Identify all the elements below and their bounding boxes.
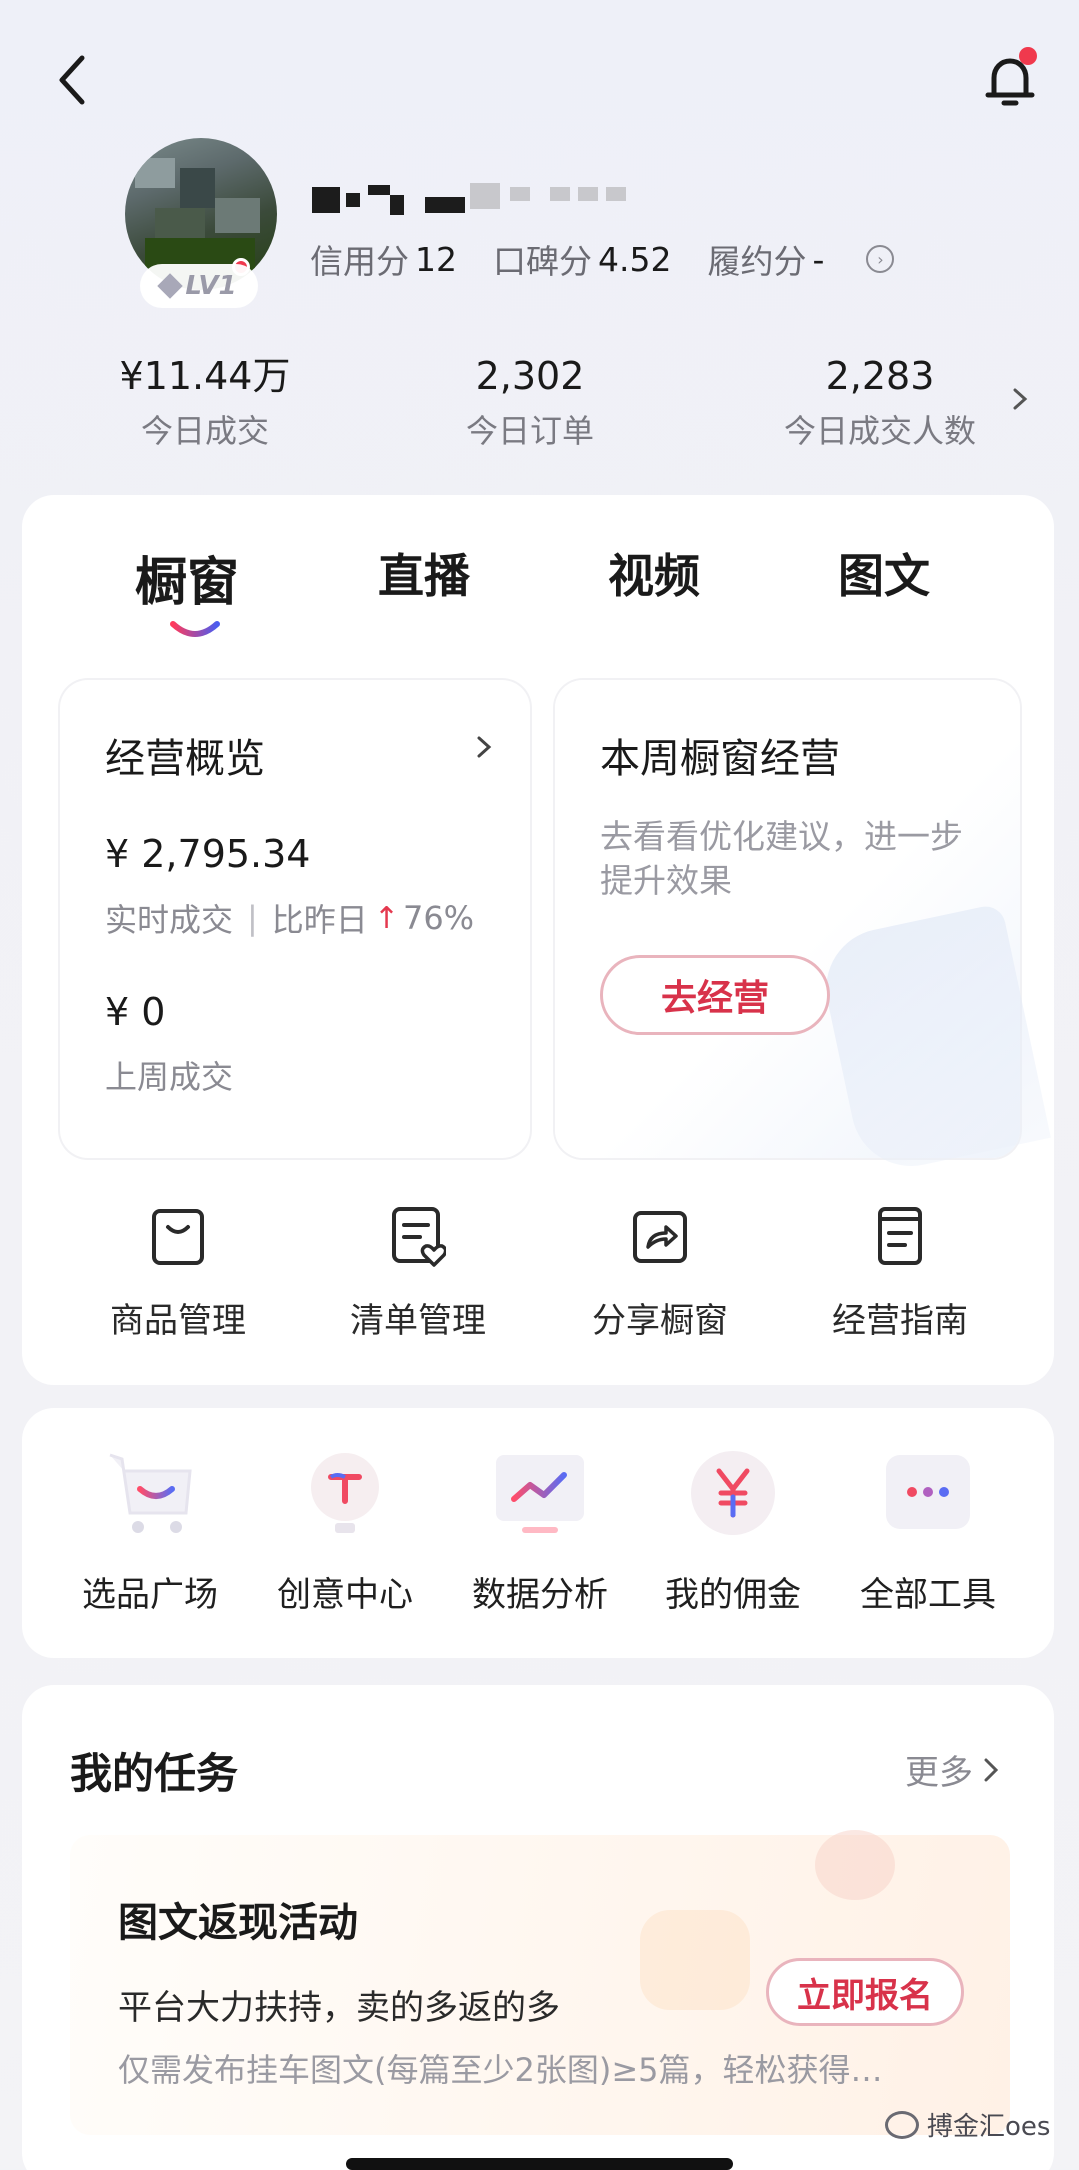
back-icon[interactable] — [50, 50, 100, 110]
go-manage-button[interactable]: 去经营 — [600, 955, 830, 1035]
chevron-right-icon[interactable] — [1010, 384, 1030, 414]
reputation-score: 4.52 — [598, 239, 672, 279]
chevron-right-icon[interactable] — [475, 732, 493, 762]
share-window[interactable]: 分享橱窗 — [560, 1205, 760, 1342]
stat-today-gmv[interactable]: ¥11.44万 今日成交 — [110, 352, 300, 452]
list-management[interactable]: 清单管理 — [318, 1205, 518, 1342]
list-heart-icon — [392, 1207, 448, 1267]
notification-bell-icon[interactable] — [975, 45, 1045, 115]
cart-icon — [109, 1453, 192, 1533]
bulb-icon — [311, 1453, 379, 1533]
lastweek-amount: ¥ 0 — [105, 990, 166, 1034]
arrow-up-icon: ↑ — [373, 900, 399, 936]
score-detail-icon[interactable]: › — [866, 245, 895, 273]
tab-live[interactable]: 直播 — [378, 540, 470, 606]
realtime-amount: ¥ 2,795.34 — [105, 832, 311, 876]
score-row[interactable]: 信用分 12 口碑分 4.52 履约分 - › — [310, 236, 895, 282]
more-icon — [886, 1455, 970, 1529]
stat-today-buyers[interactable]: 2,283 今日成交人数 — [765, 352, 995, 452]
stat-today-orders[interactable]: 2,302 今日订单 — [440, 352, 620, 452]
notification-dot — [1019, 47, 1037, 65]
fulfillment-score: - — [812, 239, 825, 279]
decorative-shape — [640, 1910, 750, 2010]
realtime-sub: 实时成交 | 比昨日 ↑ 76% — [105, 899, 475, 939]
chevron-right-icon — [984, 1758, 999, 1781]
share-icon — [633, 1211, 687, 1263]
home-indicator[interactable] — [346, 2158, 733, 2170]
tasks-title: 我的任务 — [70, 1749, 239, 1798]
tool-creative-center[interactable]: 创意中心 — [255, 1445, 435, 1616]
weekly-desc: 去看看优化建议，进一步 提升效果 — [600, 817, 963, 900]
task-desc: 平台大力扶持，卖的多返的多 — [118, 1988, 560, 2028]
watermark: 搏金汇oes — [885, 2106, 1050, 2143]
tasks-more-link[interactable]: 更多 — [905, 1745, 999, 1794]
task-title: 图文返现活动 — [118, 1900, 358, 1946]
tool-data-analysis[interactable]: 数据分析 — [450, 1445, 630, 1616]
business-guide[interactable]: 经营指南 — [800, 1205, 1000, 1342]
decorative-shape — [815, 1830, 895, 1900]
product-management[interactable]: 商品管理 — [78, 1205, 278, 1342]
compare-percent: 76% — [402, 899, 475, 937]
tool-product-plaza[interactable]: 选品广场 — [60, 1445, 240, 1616]
wechat-icon — [885, 2110, 919, 2139]
tool-my-commission[interactable]: 我的佣金 — [643, 1445, 823, 1616]
nickname-redacted — [310, 175, 760, 225]
bag-icon — [152, 1209, 204, 1265]
yuan-icon — [691, 1451, 775, 1535]
lastweek-label: 上周成交 — [105, 1058, 234, 1096]
tab-video[interactable]: 视频 — [608, 540, 700, 606]
signup-button[interactable]: 立即报名 — [766, 1958, 964, 2026]
tab-window[interactable]: 橱窗 — [135, 540, 239, 615]
tool-all-tools[interactable]: 全部工具 — [838, 1445, 1018, 1616]
weekly-title: 本周橱窗经营 — [600, 736, 840, 782]
diamond-icon — [157, 273, 184, 299]
level-badge: LV1 — [140, 264, 258, 308]
chart-icon — [496, 1455, 584, 1533]
credit-score: 12 — [415, 239, 457, 279]
overview-title: 经营概览 — [105, 736, 265, 782]
guide-icon — [878, 1207, 922, 1265]
tab-active-indicator — [170, 621, 220, 637]
tab-article[interactable]: 图文 — [838, 540, 930, 606]
task-note: 仅需发布挂车图文(每篇至少2张图)≥5篇，轻松获得… — [118, 2051, 883, 2089]
